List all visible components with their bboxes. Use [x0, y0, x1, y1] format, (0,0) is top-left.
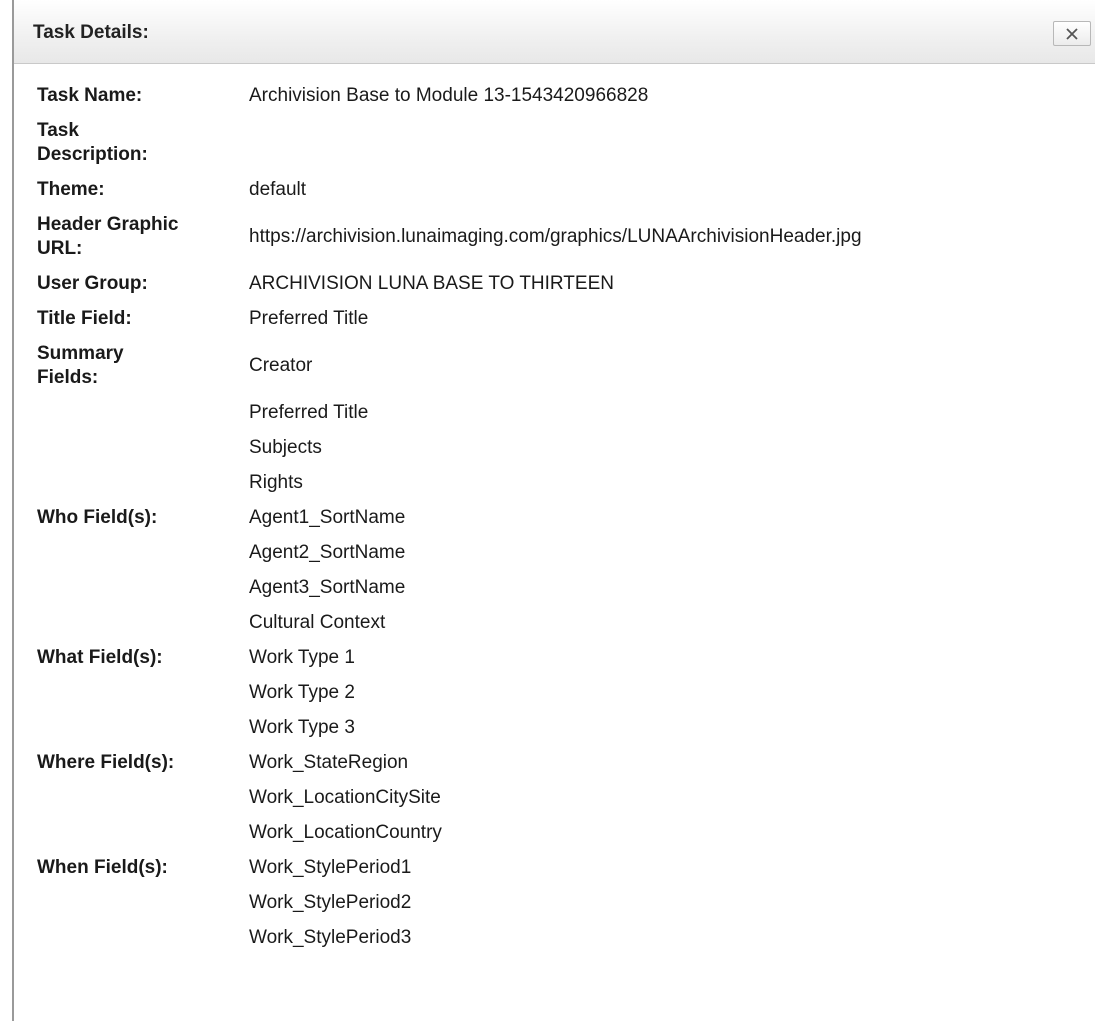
task-description-label: Task Description:	[37, 119, 249, 167]
theme-value: default	[249, 179, 307, 200]
summary-fields-row: Summary Fields: Creator	[37, 342, 1095, 390]
summary-field-value: Preferred Title	[249, 402, 369, 423]
where-field-value: Work_LocationCitySite	[249, 787, 441, 808]
task-description-row: Task Description:	[37, 119, 1095, 167]
what-field-value: Work Type 1	[249, 647, 355, 668]
header-graphic-url-value: https://archivision.lunaimaging.com/grap…	[249, 226, 862, 247]
when-field-value: Work_StylePeriod3	[249, 927, 412, 948]
when-field-value: Work_StylePeriod1	[249, 857, 412, 878]
theme-label: Theme:	[37, 179, 105, 200]
what-fields-label: What Field(s):	[37, 647, 163, 668]
who-fields-row: Who Field(s): Agent1_SortName Agent2_Sor…	[37, 506, 1095, 635]
close-icon	[1066, 28, 1078, 40]
header-graphic-url-label-line1: Header Graphic	[37, 214, 179, 235]
header-graphic-url-label: Header Graphic URL:	[37, 213, 249, 261]
theme-row: Theme: default	[37, 178, 1095, 202]
where-fields-label: Where Field(s):	[37, 752, 175, 773]
title-field-value: Preferred Title	[249, 308, 369, 329]
what-fields-row: What Field(s): Work Type 1 Work Type 2 W…	[37, 646, 1095, 740]
who-fields-label: Who Field(s):	[37, 507, 158, 528]
user-group-label: User Group:	[37, 273, 148, 294]
summary-fields-label-line2: Fields:	[37, 367, 99, 388]
summary-field-value: Subjects	[249, 437, 322, 458]
title-field-row: Title Field: Preferred Title	[37, 307, 1095, 331]
task-details-content: Task Name: Archivision Base to Module 13…	[37, 84, 1095, 961]
task-description-label-line2: Description:	[37, 144, 148, 165]
summary-field-value: Creator	[249, 355, 313, 376]
summary-fields-label: Summary Fields:	[37, 342, 249, 390]
who-field-value: Agent1_SortName	[249, 507, 406, 528]
dialog-titlebar: Task Details:	[14, 0, 1095, 64]
where-field-value: Work_LocationCountry	[249, 822, 442, 843]
close-button[interactable]	[1053, 21, 1091, 46]
when-field-value: Work_StylePeriod2	[249, 892, 412, 913]
where-fields-row: Where Field(s): Work_StateRegion Work_Lo…	[37, 751, 1095, 845]
dialog-title: Task Details:	[33, 22, 149, 43]
task-details-dialog: Task Details: Task Name: Archivision Bas…	[12, 0, 1095, 1021]
who-field-value: Agent3_SortName	[249, 577, 406, 598]
when-fields-label: When Field(s):	[37, 857, 168, 878]
task-description-label-line1: Task	[37, 120, 79, 141]
when-fields-row: When Field(s): Work_StylePeriod1 Work_St…	[37, 856, 1095, 950]
what-field-value: Work Type 3	[249, 717, 355, 738]
summary-fields-continued: Preferred Title Subjects Rights	[249, 401, 1095, 495]
user-group-value: ARCHIVISION LUNA BASE TO THIRTEEN	[249, 273, 614, 294]
task-name-value: Archivision Base to Module 13-1543420966…	[249, 85, 649, 106]
title-field-label: Title Field:	[37, 308, 132, 329]
user-group-row: User Group: ARCHIVISION LUNA BASE TO THI…	[37, 272, 1095, 296]
summary-field-value: Rights	[249, 472, 303, 493]
who-field-value: Cultural Context	[249, 612, 386, 633]
who-field-value: Agent2_SortName	[249, 542, 406, 563]
what-field-value: Work Type 2	[249, 682, 355, 703]
header-graphic-url-label-line2: URL:	[37, 238, 83, 259]
header-graphic-url-row: Header Graphic URL: https://archivision.…	[37, 213, 1095, 261]
task-name-label: Task Name:	[37, 85, 143, 106]
where-field-value: Work_StateRegion	[249, 752, 409, 773]
summary-fields-label-line1: Summary	[37, 343, 124, 364]
task-name-row: Task Name: Archivision Base to Module 13…	[37, 84, 1095, 108]
